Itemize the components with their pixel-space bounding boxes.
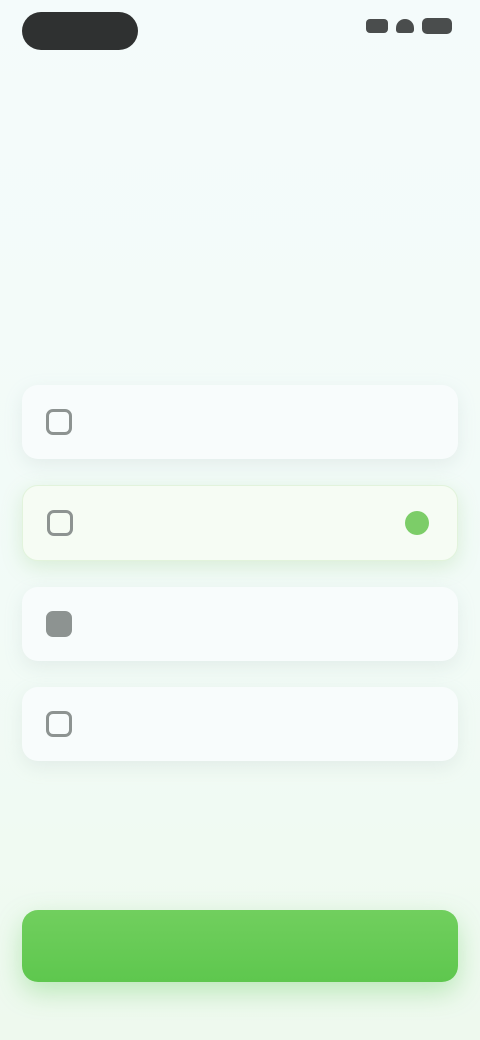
name-field[interactable]	[22, 385, 458, 459]
status-bar	[0, 0, 480, 64]
password-input[interactable]	[90, 703, 438, 745]
submit-button[interactable]	[22, 910, 458, 982]
signal-icon	[366, 19, 388, 33]
check-icon	[405, 511, 429, 535]
lock-icon	[46, 711, 72, 737]
status-icons	[366, 18, 452, 34]
email-field[interactable]	[22, 587, 458, 661]
phone-icon	[47, 510, 73, 536]
user-icon	[46, 409, 72, 435]
phone-field[interactable]	[22, 485, 458, 561]
password-field[interactable]	[22, 687, 458, 761]
status-pill	[22, 12, 138, 50]
signup-form	[22, 385, 458, 787]
top-link[interactable]	[124, 70, 224, 94]
phone-input[interactable]	[91, 502, 437, 544]
email-input[interactable]	[90, 603, 438, 645]
name-input[interactable]	[90, 401, 438, 443]
screen	[0, 0, 480, 1040]
wifi-icon	[396, 19, 414, 33]
battery-icon	[422, 18, 452, 34]
mail-icon	[46, 611, 72, 637]
